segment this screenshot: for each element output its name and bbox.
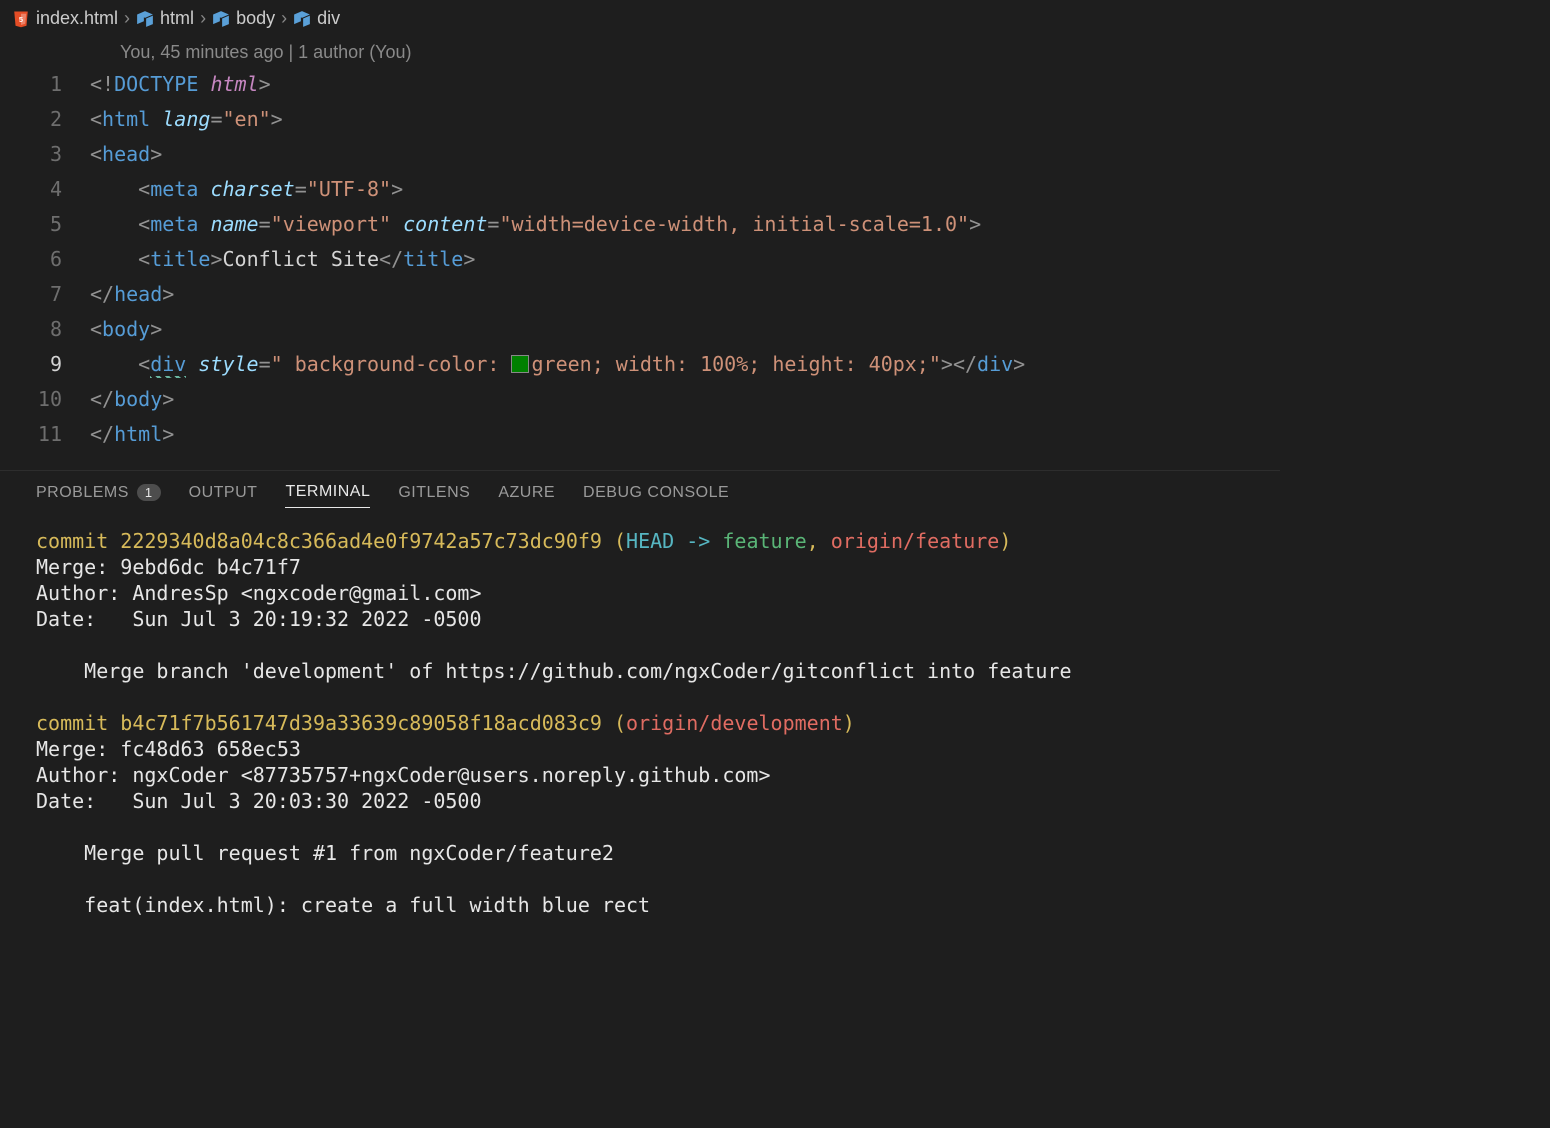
code-line: 10 </body> (0, 382, 1280, 417)
tab-label: DEBUG CONSOLE (583, 484, 729, 502)
symbol-icon (136, 10, 154, 28)
code-content[interactable]: </body> (90, 382, 174, 417)
line-number: 2 (0, 102, 90, 137)
code-content[interactable]: <meta charset="UTF-8"> (90, 172, 403, 207)
symbol-icon (293, 10, 311, 28)
code-content[interactable]: <head> (90, 137, 162, 172)
code-content[interactable]: <body> (90, 312, 162, 347)
tab-azure[interactable]: AZURE (498, 483, 555, 508)
bottom-panel: PROBLEMS 1 OUTPUT TERMINAL GITLENS AZURE… (0, 470, 1280, 928)
tab-label: PROBLEMS (36, 484, 129, 502)
line-number: 7 (0, 277, 90, 312)
code-content[interactable]: <!DOCTYPE html> (90, 67, 271, 102)
panel-tabs: PROBLEMS 1 OUTPUT TERMINAL GITLENS AZURE… (0, 471, 1280, 518)
chevron-right-icon: › (124, 8, 130, 29)
breadcrumb[interactable]: 5 index.html › html › body › div (0, 0, 1280, 38)
code-content[interactable]: <div style=" background-color: green; wi… (90, 347, 1025, 382)
line-number: 6 (0, 242, 90, 277)
git-blame-annotation: You, 45 minutes ago | 1 author (You) (0, 38, 1280, 67)
code-line: 1 <!DOCTYPE html> (0, 67, 1280, 102)
tab-output[interactable]: OUTPUT (189, 483, 258, 508)
line-number: 8 (0, 312, 90, 347)
breadcrumb-seg-label: body (236, 8, 275, 29)
tab-problems[interactable]: PROBLEMS 1 (36, 483, 161, 508)
tab-label: OUTPUT (189, 484, 258, 502)
svg-text:5: 5 (19, 15, 23, 24)
code-editor[interactable]: 1 <!DOCTYPE html> 2 <html lang="en"> 3 <… (0, 67, 1280, 452)
line-number: 3 (0, 137, 90, 172)
tab-terminal[interactable]: TERMINAL (285, 483, 370, 508)
symbol-icon (212, 10, 230, 28)
code-line: 8 <body> (0, 312, 1280, 347)
html-file-icon: 5 (12, 10, 30, 28)
breadcrumb-file-label: index.html (36, 8, 118, 29)
problems-count-badge: 1 (137, 484, 161, 501)
line-number: 10 (0, 382, 90, 417)
code-content[interactable]: </head> (90, 277, 174, 312)
chevron-right-icon: › (281, 8, 287, 29)
line-number: 9 (0, 347, 90, 382)
terminal-output[interactable]: commit 2229340d8a04c8c366ad4e0f9742a57c7… (0, 518, 1280, 928)
code-line: 4 <meta charset="UTF-8"> (0, 172, 1280, 207)
code-line: 11 </html> (0, 417, 1280, 452)
breadcrumb-seg-label: div (317, 8, 340, 29)
code-line: 6 <title>Conflict Site</title> (0, 242, 1280, 277)
code-content[interactable]: <html lang="en"> (90, 102, 283, 137)
color-swatch-icon (511, 355, 529, 373)
tab-label: TERMINAL (285, 483, 370, 501)
code-content[interactable]: <meta name="viewport" content="width=dev… (90, 207, 981, 242)
breadcrumb-seg-div[interactable]: div (293, 8, 340, 29)
breadcrumb-seg-body[interactable]: body (212, 8, 275, 29)
line-number: 1 (0, 67, 90, 102)
line-number: 4 (0, 172, 90, 207)
tab-label: GITLENS (398, 484, 470, 502)
code-content[interactable]: <title>Conflict Site</title> (90, 242, 475, 277)
code-line: 2 <html lang="en"> (0, 102, 1280, 137)
breadcrumb-seg-label: html (160, 8, 194, 29)
code-line: 3 <head> (0, 137, 1280, 172)
chevron-right-icon: › (200, 8, 206, 29)
breadcrumb-file[interactable]: 5 index.html (12, 8, 118, 29)
code-content[interactable]: </html> (90, 417, 174, 452)
tab-debug-console[interactable]: DEBUG CONSOLE (583, 483, 729, 508)
tab-gitlens[interactable]: GITLENS (398, 483, 470, 508)
breadcrumb-seg-html[interactable]: html (136, 8, 194, 29)
tab-label: AZURE (498, 484, 555, 502)
code-line: 7 </head> (0, 277, 1280, 312)
line-number: 5 (0, 207, 90, 242)
line-number: 11 (0, 417, 90, 452)
code-line: 9 <div style=" background-color: green; … (0, 347, 1280, 382)
code-line: 5 <meta name="viewport" content="width=d… (0, 207, 1280, 242)
